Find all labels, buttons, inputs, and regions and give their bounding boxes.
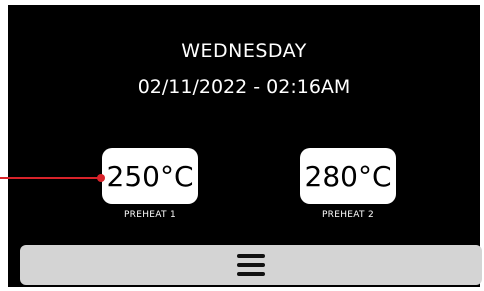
hamburger-menu-icon — [237, 254, 265, 276]
preheat-1-label: PREHEAT 1 — [123, 210, 177, 220]
control-panel-screen: WEDNESDAY 02/11/2022 - 02:16AM 250°C PRE… — [8, 5, 482, 287]
callout-pointer-line — [0, 177, 100, 179]
callout-pointer-dot — [97, 174, 105, 182]
preheat-2-temperature-button[interactable]: 280°C — [300, 148, 396, 204]
weekday-display: WEDNESDAY — [181, 40, 307, 62]
preheat-2-label: PREHEAT 2 — [321, 210, 375, 220]
preheat-2-preset: 280°C PREHEAT 2 — [300, 148, 396, 220]
menu-button[interactable] — [20, 245, 482, 285]
preheat-1-temperature-button[interactable]: 250°C — [102, 148, 198, 204]
date-time-display: 02/11/2022 - 02:16AM — [137, 76, 351, 98]
preheat-1-preset: 250°C PREHEAT 1 — [102, 148, 198, 220]
